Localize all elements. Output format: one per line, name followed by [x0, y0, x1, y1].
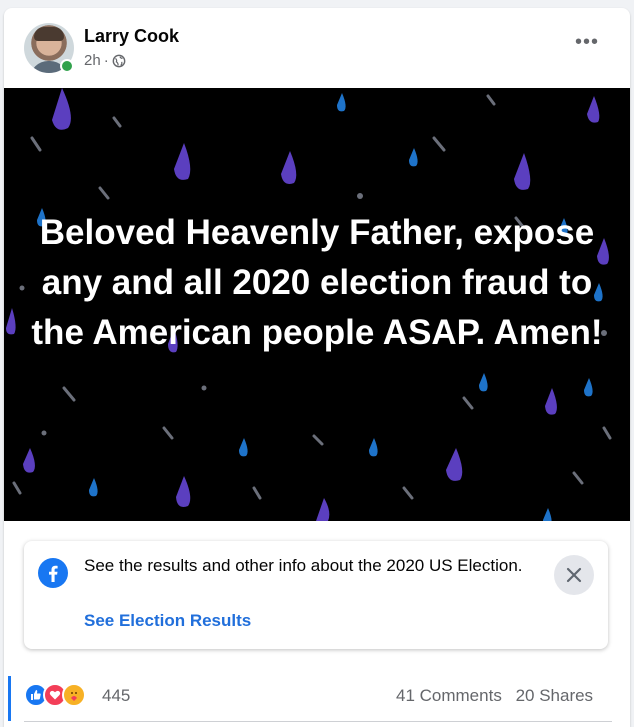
- author-name[interactable]: Larry Cook: [84, 26, 179, 47]
- election-info-notice: See the results and other info about the…: [24, 541, 608, 649]
- post-header: Larry Cook 2h · •••: [4, 8, 630, 88]
- post-banner-text: Beloved Heavenly Father, expose any and …: [31, 213, 603, 352]
- notice-message: See the results and other info about the…: [84, 556, 523, 575]
- comments-count[interactable]: 41 Comments: [396, 686, 502, 705]
- care-icon: [62, 683, 86, 707]
- more-options-button[interactable]: •••: [572, 32, 602, 58]
- reaction-icons[interactable]: [24, 683, 86, 707]
- post-meta: 2h ·: [84, 52, 126, 69]
- shares-count[interactable]: 20 Shares: [516, 686, 594, 705]
- globe-icon[interactable]: [112, 54, 126, 68]
- engagement-stats: 41 Comments 20 Shares: [396, 686, 593, 706]
- text-background-post: Beloved Heavenly Father, expose any and …: [4, 88, 630, 521]
- close-icon: [566, 567, 582, 583]
- left-accent-bar: [8, 676, 11, 721]
- see-election-results-link[interactable]: See Election Results: [84, 611, 251, 631]
- footer-divider: [24, 721, 612, 722]
- meta-separator: ·: [103, 52, 109, 69]
- close-notice-button[interactable]: [554, 555, 594, 595]
- facebook-icon: [38, 558, 68, 588]
- avatar-hair: [34, 27, 64, 41]
- online-status-dot: [60, 59, 74, 73]
- post-timestamp[interactable]: 2h: [84, 52, 101, 69]
- post-card: Larry Cook 2h · ••• Beloved Heavenly Fat…: [4, 8, 630, 727]
- reaction-count[interactable]: 445: [102, 686, 130, 706]
